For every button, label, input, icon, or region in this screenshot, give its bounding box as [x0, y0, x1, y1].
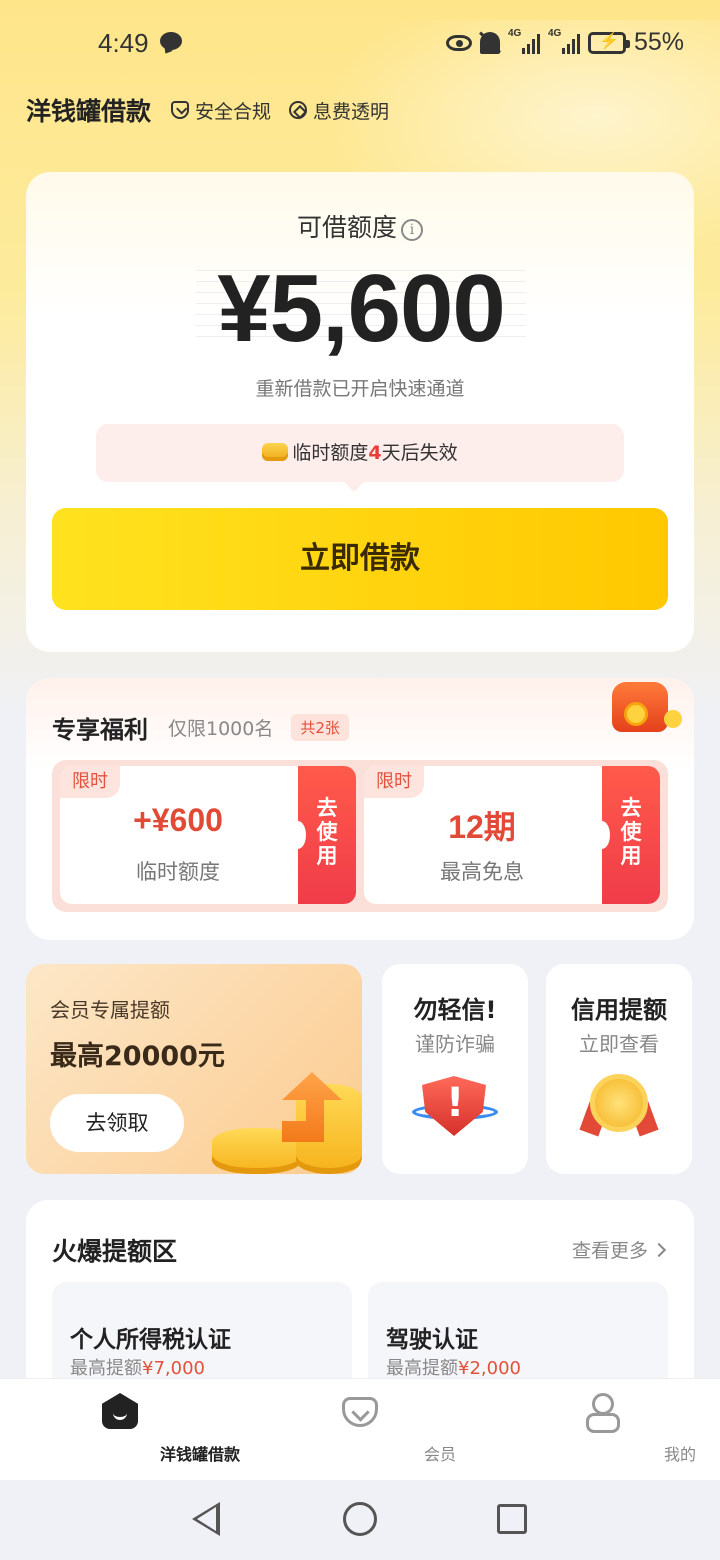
signal-icon: 4G: [508, 28, 540, 54]
signal-icon: 4G: [548, 28, 580, 54]
home-icon: [102, 1393, 138, 1429]
use-coupon-button[interactable]: 去使用: [290, 766, 356, 904]
coupon-desc: 临时额度: [136, 860, 220, 884]
expiry-tip: 临时额度4天后失效: [96, 424, 624, 492]
coupon-list: 限时 +¥600 临时额度 去使用 限时 12期 最高免息 去使用: [52, 760, 668, 912]
hot-item-sub: 最高提额¥2,000: [386, 1358, 521, 1379]
coins-arrow-icon: [212, 1054, 362, 1174]
anti-fraud-title: 勿轻信!: [413, 996, 497, 1024]
tab-mine-label: 我的: [663, 1445, 696, 1464]
claim-button[interactable]: 去领取: [50, 1094, 184, 1152]
credit-raise-card[interactable]: 信用提额 立即查看: [546, 964, 692, 1174]
limited-tag: 限时: [364, 766, 424, 798]
status-bar: 4:49 4G 4G 55%: [0, 24, 720, 64]
coupon-value: 12期: [448, 809, 516, 845]
see-more-link[interactable]: 查看更多: [572, 1236, 667, 1263]
coupon-temp-limit[interactable]: 限时 +¥600 临时额度 去使用: [60, 766, 356, 904]
system-navigation-bar: [0, 1480, 720, 1560]
benefits-subtitle: 仅限1000名: [168, 718, 274, 740]
coupon-value: +¥600: [133, 802, 223, 838]
info-icon[interactable]: i: [401, 219, 423, 241]
hot-item-title: 驾驶认证: [386, 1327, 478, 1353]
transparency-tag: 息费透明: [289, 97, 389, 124]
page-header: 洋钱罐借款 安全合规 息费透明: [26, 92, 407, 128]
shield-check-icon: [171, 101, 190, 119]
anti-fraud-card[interactable]: 勿轻信! 谨防诈骗: [382, 964, 528, 1174]
user-icon: [586, 1393, 620, 1433]
benefits-title: 专享福利: [50, 710, 148, 745]
tab-home-label: 洋钱罐借款: [159, 1445, 240, 1464]
coupon-count-badge: 共2张: [291, 714, 349, 741]
diamond-icon: [289, 101, 308, 119]
limited-tag: 限时: [60, 766, 120, 798]
hot-item-sub: 最高提额¥7,000: [70, 1358, 205, 1379]
tab-vip-label: 会员: [423, 1445, 456, 1464]
safety-tag: 安全合规: [171, 97, 271, 124]
coupon-interest-free[interactable]: 限时 12期 最高免息 去使用: [364, 766, 660, 904]
coin-icon: [262, 443, 289, 461]
limit-label: 可借额度 i: [26, 208, 694, 244]
credit-raise-title: 信用提额: [571, 996, 667, 1024]
exclusive-benefits-card: 专享福利 仅限1000名 共2张 限时 +¥600 临时额度 去使用 限时 12…: [26, 678, 694, 940]
available-amount: ¥5,600: [217, 255, 506, 362]
hot-limit-section: 火爆提额区 查看更多 个人所得税认证 最高提额¥7,000 驾驶认证 最高提额¥…: [26, 1200, 694, 1412]
hot-section-title: 火爆提额区: [52, 1237, 178, 1266]
home-circle-icon[interactable]: [343, 1502, 377, 1536]
credit-raise-sub: 立即查看: [579, 1032, 659, 1056]
battery-percent: 55%: [633, 28, 684, 56]
member-title: 最高20000元: [50, 1041, 225, 1072]
medal-icon: [590, 1074, 648, 1132]
status-time: 4:49: [98, 28, 149, 58]
tab-vip[interactable]: 会员: [280, 1379, 456, 1481]
tab-mine[interactable]: 我的: [520, 1379, 696, 1481]
hot-item-title: 个人所得税认证: [70, 1327, 231, 1353]
credit-limit-card: 可借额度 i ¥5,600 重新借款已开启快速通道 临时额度4天后失效 立即借款: [26, 172, 694, 652]
battery-icon: [587, 31, 630, 54]
back-icon[interactable]: [192, 1502, 220, 1536]
anti-fraud-sub: 谨防诈骗: [415, 1032, 495, 1056]
chevron-right-icon: [651, 1242, 667, 1258]
bell-muted-icon: [479, 31, 500, 54]
member-subtitle: 会员专属提额: [50, 998, 170, 1022]
recent-apps-icon[interactable]: [497, 1504, 527, 1534]
use-coupon-button[interactable]: 去使用: [594, 766, 660, 904]
vip-diamond-icon: [342, 1397, 378, 1427]
eye-icon: [445, 34, 472, 51]
bottom-tab-bar: 洋钱罐借款 会员 我的: [0, 1378, 720, 1480]
coupon-desc: 最高免息: [440, 860, 524, 884]
fast-channel-text: 重新借款已开启快速通道: [255, 378, 465, 400]
amount-area: ¥5,600: [196, 255, 526, 362]
warning-shield-icon: [422, 1076, 486, 1136]
gift-icon: [566, 678, 686, 738]
borrow-now-button[interactable]: 立即借款: [52, 508, 668, 610]
app-title: 洋钱罐借款: [26, 97, 152, 126]
tab-home[interactable]: 洋钱罐借款: [40, 1379, 240, 1481]
member-limit-card[interactable]: 会员专属提额 最高20000元 去领取: [26, 964, 362, 1174]
message-icon: [160, 32, 182, 50]
